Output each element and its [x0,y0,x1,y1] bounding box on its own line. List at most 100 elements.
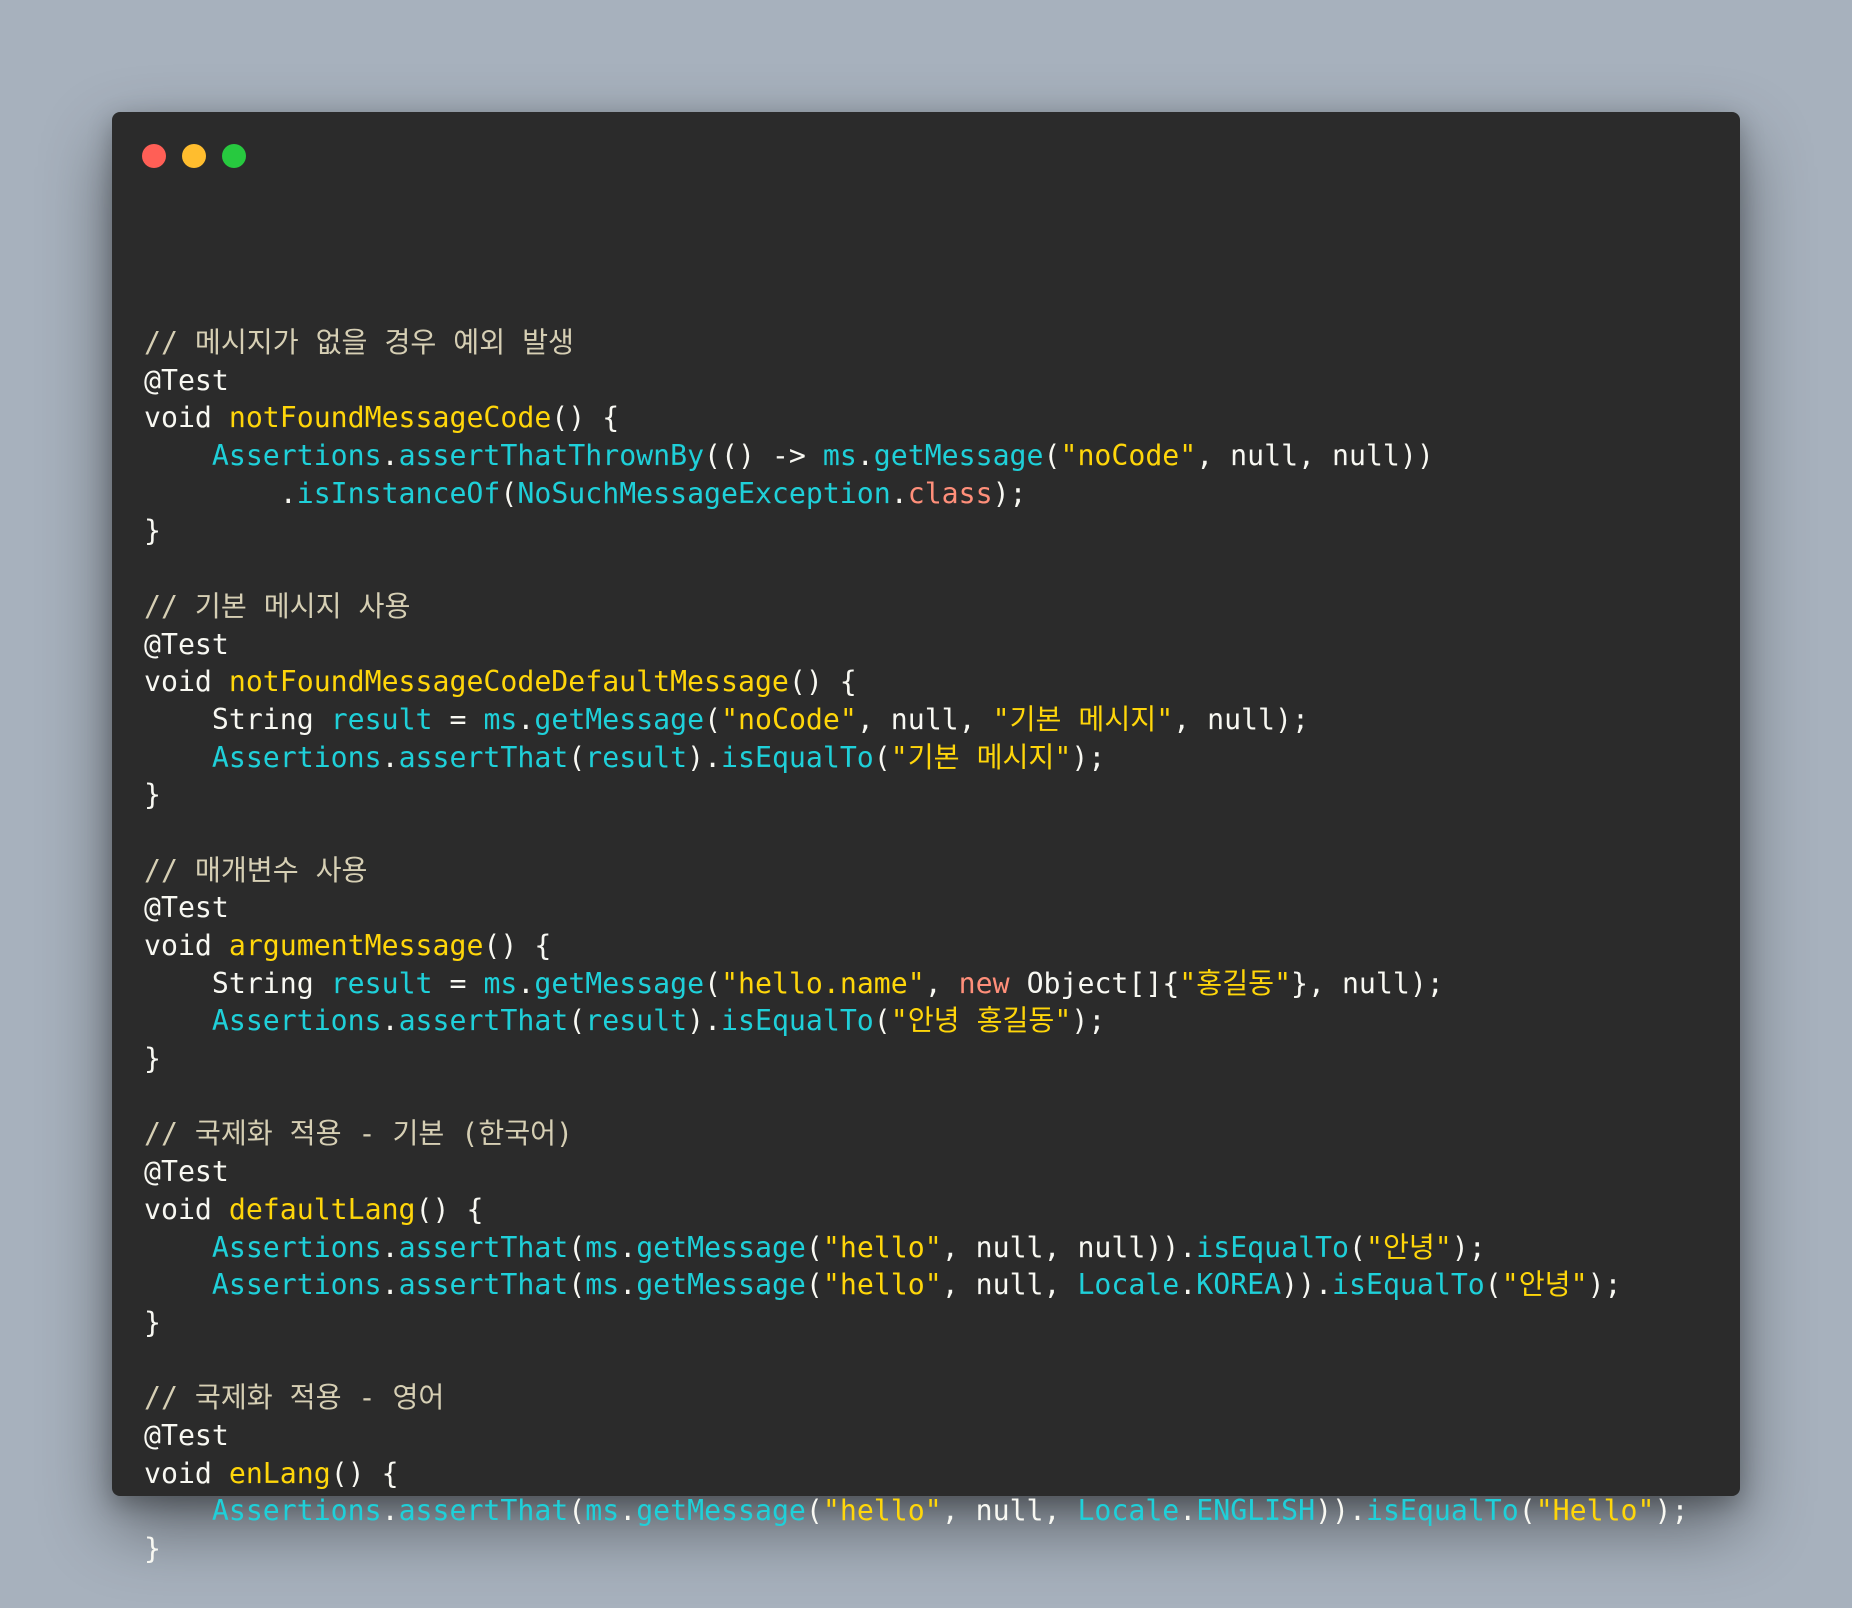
code-token: getMessage [534,966,705,1000]
code-token: ); [1071,740,1106,774]
code-block: // 메시지가 없을 경우 예외 발생 @Test void notFoundMes… [144,324,1688,1568]
code-token: notFoundMessageCodeDefaultMessage [228,665,789,699]
code-token: void [144,401,229,435]
code-token: Locale [1077,1268,1180,1302]
code-line: // 국제화 적용 - 영어 [144,1379,1688,1417]
code-token: () { [551,401,620,435]
code-line: @Test [144,889,1688,927]
code-token: . [381,1268,399,1302]
code-line: void notFoundMessageCodeDefaultMessage()… [144,663,1688,701]
code-token: getMessage [873,439,1044,473]
code-token: . [381,740,399,774]
code-token: notFoundMessageCode [228,401,552,435]
code-token: , null, [941,1494,1078,1528]
code-line: } [144,1304,1688,1342]
code-token: "기본 메시지" [890,740,1072,774]
code-token: )). [1315,1494,1366,1528]
code-token: // 매개변수 사용 [144,853,368,887]
code-token: enLang [228,1456,331,1490]
code-token: Assertions [211,1230,382,1264]
code-token: ( [568,740,586,774]
code-line: void defaultLang() { [144,1191,1688,1229]
code-token: "hello" [822,1230,942,1264]
code-line: } [144,776,1688,814]
code-line: @Test [144,1417,1688,1455]
code-token: ms [483,702,518,736]
code-token: . [890,476,908,510]
maximize-button[interactable] [222,144,246,168]
code-line: // 국제화 적용 - 기본 (한국어) [144,1115,1688,1153]
code-token: argumentMessage [228,929,484,962]
code-token: @Test [144,363,229,397]
code-token: assertThat [398,1230,569,1264]
code-line: Assertions.assertThatThrownBy(() -> ms.g… [144,437,1688,475]
code-token: ( [568,1230,586,1264]
code-token: String [144,702,331,736]
code-token: . [517,966,535,1000]
code-token: KOREA [1196,1268,1282,1302]
code-token: assertThat [398,740,569,774]
code-token: ms [483,966,518,1000]
code-line: void argumentMessage() { [144,927,1688,965]
code-token: getMessage [636,1494,806,1528]
code-token: ( [704,702,722,736]
code-token: Assertions [211,1004,382,1038]
code-line: } [144,512,1688,550]
code-line: @Test [144,626,1688,664]
code-token: "안녕" [1501,1268,1588,1302]
code-token: () { [483,929,552,962]
code-token: ( [1043,439,1061,473]
code-token: Locale [1077,1494,1180,1528]
code-line: void notFoundMessageCode() { [144,399,1688,437]
code-line: Assertions.assertThat(result).isEqualTo(… [144,739,1688,777]
code-token: } [144,514,161,548]
minimize-button[interactable] [182,144,206,168]
code-token: } [144,1532,161,1565]
code-token: result [330,966,433,1000]
code-token: // 국제화 적용 - 영어 [144,1381,445,1415]
code-token: assertThat [398,1004,569,1038]
code-token: Assertions [211,740,382,774]
code-token: ). [687,740,722,774]
code-token: NoSuchMessageException [517,476,891,510]
code-token: . [144,476,297,510]
code-token: () { [330,1456,399,1490]
code-token: ( [568,1004,586,1038]
code-window: // 메시지가 없을 경우 예외 발생 @Test void notFoundMes… [112,112,1740,1565]
code-line: String result = ms.getMessage("hello.nam… [144,965,1688,1003]
close-button[interactable] [142,144,166,168]
code-token: ( [704,966,722,1000]
code-token: )). [1281,1268,1333,1302]
code-line: } [144,1040,1688,1078]
code-token: ); [1654,1494,1689,1528]
code-token: . [381,1494,399,1528]
code-token: ms [585,1494,620,1528]
code-token: @Test [144,891,229,925]
code-token: void [144,665,229,699]
code-token: Assertions [211,1494,382,1528]
code-token: ( [873,1004,891,1038]
code-token: result [585,1004,688,1038]
code-token: ( [805,1268,823,1302]
code-token: ms [585,1268,620,1302]
code-token: . [619,1494,637,1528]
code-line: } [144,1530,1688,1568]
code-token: defaultLang [228,1192,416,1226]
code-token: "hello.name" [721,966,925,1000]
code-token: "noCode" [721,702,857,736]
code-token: ( [805,1494,823,1528]
code-line: void enLang() { [144,1455,1688,1493]
code-token: isEqualTo [721,740,874,774]
code-token: } [144,778,161,812]
code-token: assertThatThrownBy [398,439,705,473]
code-token: getMessage [636,1230,806,1264]
code-token: ( [1518,1494,1536,1528]
code-token: isEqualTo [721,1004,874,1038]
